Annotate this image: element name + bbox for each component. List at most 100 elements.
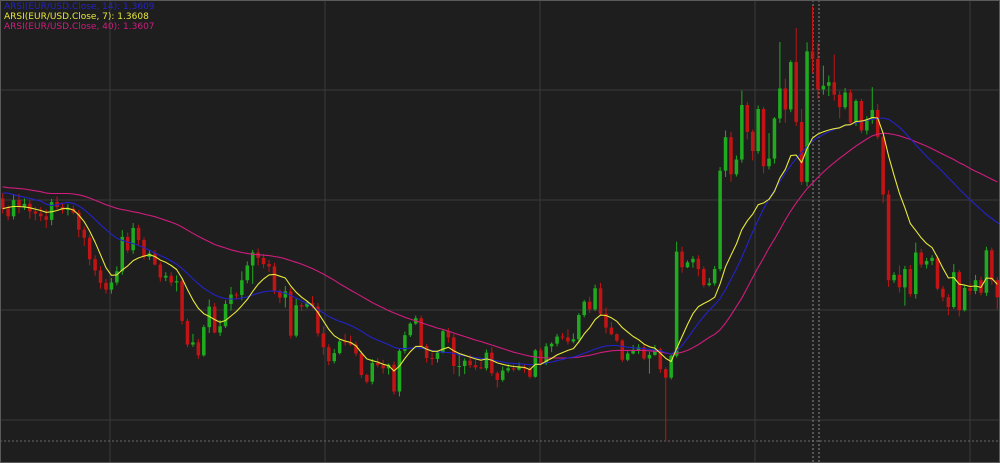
- candle-body: [408, 323, 413, 336]
- legend-entry-arsi-14: ARSI(EUR/USD.Close, 14): 1.3609: [4, 2, 155, 12]
- candle-body: [495, 373, 500, 380]
- candle: [392, 361, 396, 395]
- candle: [631, 345, 635, 355]
- candle-body: [582, 301, 587, 316]
- candle-body: [240, 280, 244, 295]
- candle: [957, 269, 962, 317]
- candle-body: [816, 58, 820, 90]
- candle-body: [897, 274, 902, 288]
- candle-body: [734, 159, 739, 175]
- candle: [479, 361, 483, 370]
- candle: [772, 117, 777, 164]
- candle-body: [674, 251, 679, 356]
- candle: [615, 333, 619, 343]
- candle: [767, 133, 771, 170]
- candle-body: [234, 294, 239, 296]
- candle: [98, 266, 103, 289]
- candle-body: [729, 137, 733, 175]
- candle: [555, 333, 559, 347]
- candle: [104, 278, 108, 294]
- candle: [712, 265, 717, 286]
- candle: [495, 371, 500, 388]
- candle-body: [908, 269, 913, 295]
- candle-body: [299, 305, 304, 307]
- candle: [577, 313, 581, 343]
- candle-body: [560, 336, 565, 338]
- indicator-lines: [2, 116, 1000, 372]
- candle-body: [392, 364, 396, 392]
- candle-body: [696, 258, 701, 270]
- candle: [169, 272, 173, 287]
- candle-body: [647, 354, 652, 359]
- candle-body: [223, 303, 228, 327]
- candle-body: [745, 104, 750, 132]
- candle-body: [424, 345, 429, 359]
- candle-body: [854, 100, 858, 123]
- candle: [566, 329, 570, 345]
- candle: [919, 248, 923, 268]
- candle-body: [484, 352, 489, 369]
- candle: [788, 60, 793, 113]
- candle-body: [772, 118, 777, 159]
- candle: [973, 274, 978, 295]
- candle: [354, 341, 358, 357]
- candle: [696, 255, 701, 277]
- candle-body: [169, 275, 173, 283]
- candle-body: [506, 368, 510, 371]
- candle-body: [153, 253, 157, 265]
- candle: [261, 253, 266, 269]
- candle-body: [615, 334, 619, 341]
- candle-body: [810, 51, 815, 59]
- candle: [403, 331, 407, 354]
- candle-body: [957, 272, 962, 311]
- candle-body: [381, 365, 385, 369]
- candle-body: [6, 208, 10, 217]
- candle: [560, 332, 565, 340]
- candle-body: [131, 227, 135, 251]
- candle: [163, 272, 168, 282]
- candle: [370, 358, 375, 385]
- candle: [397, 348, 402, 397]
- candle-body: [805, 51, 809, 182]
- candle: [892, 272, 896, 283]
- candle-body: [517, 367, 521, 370]
- candle-body: [490, 352, 494, 374]
- candle-body: [946, 297, 951, 308]
- candle: [859, 98, 864, 134]
- candle: [283, 286, 288, 308]
- indicator-line-2: [2, 132, 998, 359]
- candle-body: [750, 131, 755, 152]
- candle: [647, 351, 652, 374]
- candle-body: [924, 261, 929, 265]
- candle: [430, 352, 434, 366]
- candle-body: [984, 250, 989, 293]
- crosshair-cursor: [0, 0, 1000, 463]
- candle: [82, 226, 87, 246]
- candle-body: [788, 62, 793, 110]
- candle-body: [288, 291, 293, 336]
- candle: [87, 234, 92, 266]
- candle-body: [691, 258, 695, 263]
- candle: [0, 193, 5, 214]
- candle-body: [82, 229, 87, 238]
- candle: [941, 286, 945, 302]
- candle-body: [827, 82, 831, 86]
- candle-body: [848, 92, 853, 123]
- candle: [294, 298, 298, 338]
- candle-body: [365, 374, 369, 382]
- candle-body: [375, 362, 380, 366]
- candle: [245, 261, 250, 284]
- candle: [332, 349, 337, 364]
- candle-body: [44, 216, 48, 220]
- candle-body: [397, 350, 402, 392]
- candle: [267, 260, 271, 272]
- candle-body: [919, 252, 923, 265]
- candle: [913, 242, 918, 299]
- candle-body: [962, 287, 967, 311]
- candle: [832, 54, 837, 101]
- candle: [761, 106, 766, 174]
- candle: [240, 271, 244, 301]
- candle: [886, 190, 891, 287]
- candle: [593, 284, 597, 312]
- candle: [191, 333, 195, 347]
